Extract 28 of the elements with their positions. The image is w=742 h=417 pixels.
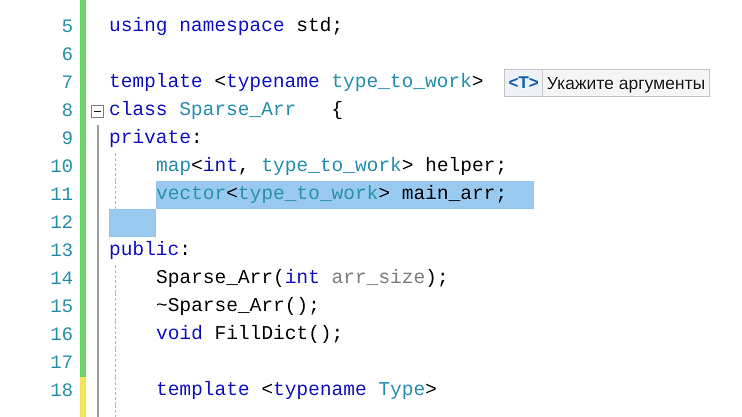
- line-number: 9: [62, 126, 73, 152]
- code-line: private:: [109, 126, 203, 152]
- line-number: 17: [50, 350, 73, 376]
- hint-text: Укажите аргументы: [546, 72, 706, 95]
- collapse-icon[interactable]: [91, 104, 104, 118]
- line-number: 5: [62, 14, 73, 40]
- code-line: template <typename Type>: [156, 378, 437, 404]
- line-number: 18: [50, 378, 73, 404]
- line-number: 14: [50, 266, 73, 292]
- code-line: vector<type_to_work> main_arr;: [156, 182, 508, 208]
- code-line: class Sparse_Arr {: [109, 98, 344, 124]
- hint-badge: <T>: [505, 70, 543, 96]
- line-number: 12: [50, 210, 73, 236]
- line-number: 13: [50, 238, 73, 264]
- code-line: using namespace std;: [109, 14, 344, 40]
- code-line: ~Sparse_Arr();: [156, 294, 320, 320]
- code-line: Sparse_Arr(int arr_size);: [156, 266, 449, 292]
- line-number: 6: [62, 42, 73, 68]
- line-number: 10: [50, 154, 73, 180]
- line-number: 16: [50, 322, 73, 348]
- code-line: map<int, type_to_work> helper;: [156, 154, 508, 180]
- line-number: 15: [50, 294, 73, 320]
- code-line: void FillDict();: [156, 322, 344, 348]
- line-number: 7: [62, 70, 73, 96]
- code-line: public:: [109, 238, 191, 264]
- line-number: 8: [62, 98, 73, 124]
- code-line: template <typename type_to_work>: [109, 70, 484, 96]
- line-number: 11: [50, 182, 73, 208]
